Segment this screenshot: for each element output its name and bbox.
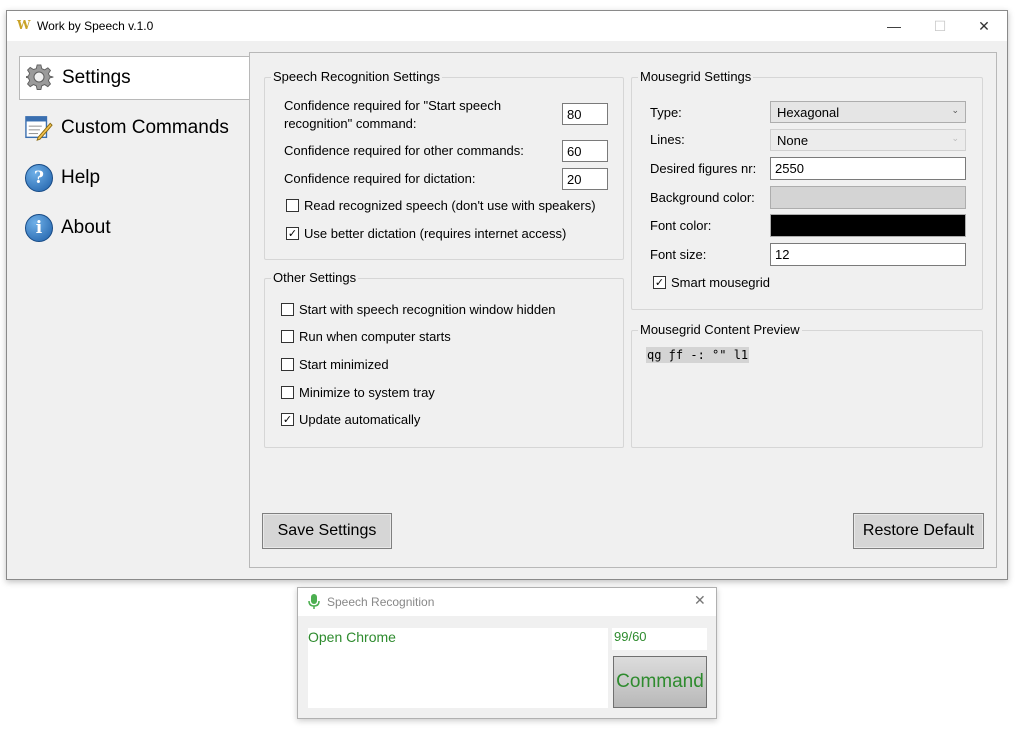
better-dictation-checkbox[interactable]: ✓ [286, 227, 299, 240]
type-select[interactable]: Hexagonal ⌄ [770, 101, 966, 123]
run-on-startup-checkbox[interactable] [281, 330, 294, 343]
score-box: 99/60 [612, 628, 707, 650]
maximize-button[interactable]: ☐ [917, 11, 963, 41]
update-automatically-checkbox[interactable]: ✓ [281, 413, 294, 426]
lines-select-value: None [777, 133, 809, 148]
help-icon: ? [25, 164, 53, 192]
font-color-swatch[interactable] [770, 214, 966, 237]
other-confidence-input[interactable] [562, 140, 608, 162]
better-dictation-label: Use better dictation (requires internet … [304, 226, 567, 241]
minimize-button[interactable]: — [871, 11, 917, 41]
group-title: Mousegrid Content Preview [638, 322, 802, 337]
sidebar-item-about[interactable]: i About [19, 206, 249, 250]
type-label: Type: [650, 105, 682, 120]
chevron-down-icon: ⌄ [951, 105, 959, 115]
microphone-icon [308, 594, 320, 615]
background-color-swatch[interactable] [770, 186, 966, 209]
type-select-value: Hexagonal [777, 105, 840, 120]
preview-sample: qg ƒf -: °" l1 [646, 347, 750, 363]
lines-select[interactable]: None ⌄ [770, 129, 966, 151]
start-minimized-label: Start minimized [299, 357, 389, 372]
other-confidence-label: Confidence required for other commands: [284, 143, 524, 158]
mode-indicator-button[interactable]: Command [613, 656, 707, 708]
info-icon: i [25, 214, 53, 242]
figures-label: Desired figures nr: [650, 161, 757, 176]
figures-input[interactable] [770, 157, 966, 180]
start-hidden-checkbox[interactable] [281, 303, 294, 316]
speech-recognition-window: Speech Recognition ✕ Open Chrome 99/60 C… [297, 587, 717, 719]
sidebar-item-custom-commands[interactable]: Custom Commands [19, 106, 249, 150]
dictation-confidence-label: Confidence required for dictation: [284, 171, 476, 186]
close-icon[interactable]: ✕ [694, 592, 706, 609]
minimize-to-tray-checkbox[interactable] [281, 386, 294, 399]
read-recognized-checkbox[interactable] [286, 199, 299, 212]
mode-label: Command [616, 671, 704, 692]
background-color-label: Background color: [650, 190, 755, 205]
save-settings-button[interactable]: Save Settings [262, 513, 392, 549]
dictation-confidence-input[interactable] [562, 168, 608, 190]
start-confidence-label: Confidence required for "Start speech re… [284, 98, 502, 131]
close-button[interactable]: ✕ [961, 11, 1007, 41]
confidence-score: 99/60 [614, 629, 647, 644]
recognized-text-area: Open Chrome [308, 628, 608, 708]
gear-icon [26, 64, 54, 92]
speech-window-title: Speech Recognition [327, 595, 435, 609]
title-bar[interactable]: W Work by Speech v.1.0 — ☐ ✕ [7, 11, 1007, 41]
sidebar-item-label: Custom Commands [61, 117, 229, 138]
sidebar-item-settings[interactable]: Settings [19, 56, 250, 100]
other-settings-group: Other Settings Start with speech recogni… [264, 270, 624, 448]
mousegrid-preview-group: Mousegrid Content Preview qg ƒf -: °" l1 [631, 322, 983, 448]
group-title: Other Settings [271, 270, 359, 285]
group-title: Mousegrid Settings [638, 69, 754, 84]
sidebar-item-label: Settings [62, 67, 131, 88]
update-automatically-label: Update automatically [299, 412, 421, 427]
group-title: Speech Recognition Settings [271, 69, 442, 84]
start-minimized-checkbox[interactable] [281, 358, 294, 371]
sidebar-item-label: Help [61, 167, 101, 188]
sidebar-item-label: About [61, 217, 111, 238]
window-title: Work by Speech v.1.0 [37, 19, 154, 33]
smart-mousegrid-checkbox[interactable]: ✓ [653, 276, 666, 289]
speech-title-bar[interactable]: Speech Recognition ✕ [298, 588, 716, 616]
chevron-down-icon: ⌄ [951, 133, 959, 143]
run-on-startup-label: Run when computer starts [299, 329, 451, 344]
smart-mousegrid-label: Smart mousegrid [671, 275, 770, 290]
font-size-label: Font size: [650, 247, 707, 262]
start-confidence-input[interactable] [562, 103, 608, 125]
edit-commands-icon [25, 114, 53, 142]
font-size-input[interactable] [770, 243, 966, 266]
lines-label: Lines: [650, 132, 685, 147]
speech-settings-group: Speech Recognition Settings Confidence r… [264, 69, 624, 260]
read-recognized-label: Read recognized speech (don't use with s… [304, 198, 596, 213]
font-color-label: Font color: [650, 218, 712, 233]
app-logo-icon: W [17, 18, 31, 32]
start-hidden-label: Start with speech recognition window hid… [299, 302, 556, 317]
restore-default-button[interactable]: Restore Default [853, 513, 984, 549]
mousegrid-settings-group: Mousegrid Settings Type: Hexagonal ⌄ Lin… [631, 69, 983, 310]
sidebar-item-help[interactable]: ? Help [19, 156, 249, 200]
settings-panel: Speech Recognition Settings Confidence r… [249, 52, 997, 568]
main-window: W Work by Speech v.1.0 — ☐ ✕ Settings Cu… [6, 10, 1008, 580]
recognized-text: Open Chrome [308, 629, 396, 645]
minimize-to-tray-label: Minimize to system tray [299, 385, 435, 400]
